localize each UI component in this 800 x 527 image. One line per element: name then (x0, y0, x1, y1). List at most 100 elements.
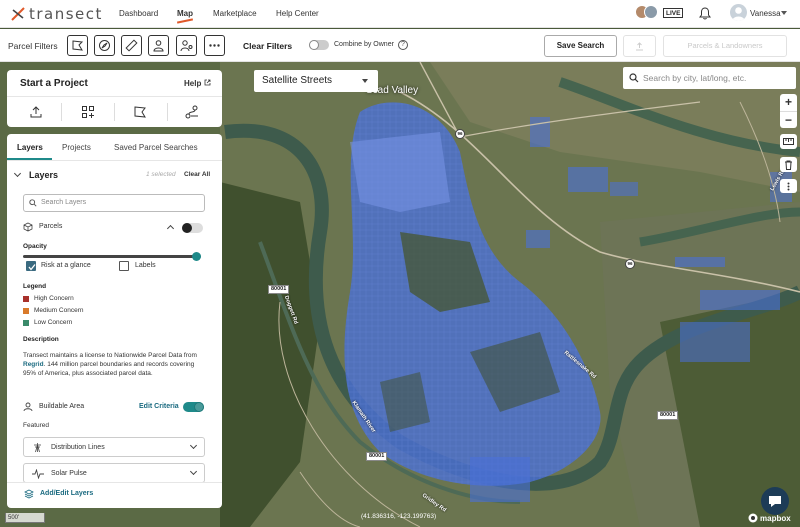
chat-button[interactable] (761, 487, 789, 515)
legend-swatch-high (23, 296, 29, 302)
buildable-area-toggle[interactable] (183, 402, 204, 412)
help-link-label: Help (184, 79, 202, 88)
zoom-out-button[interactable]: − (780, 111, 797, 128)
layer-description: Transect maintains a license to Nationwi… (23, 351, 208, 378)
search-icon (29, 199, 37, 207)
legend-low-label: Low Concern (34, 319, 73, 326)
legend-swatch-low (23, 320, 29, 326)
pulse-icon (32, 469, 44, 479)
opacity-slider-handle[interactable] (191, 252, 201, 261)
trash-button[interactable] (780, 157, 797, 172)
road-label: 80001 (268, 285, 290, 294)
tab-saved-parcel-searches[interactable]: Saved Parcel Searches (114, 143, 198, 152)
export-button[interactable] (623, 35, 656, 57)
toggle-knob (194, 402, 204, 412)
parcels-landowners-button[interactable]: Parcels & Landowners (663, 35, 787, 57)
chevron-up-icon[interactable] (166, 224, 175, 233)
compass-icon (99, 40, 110, 51)
trash-icon (785, 160, 792, 170)
divider (7, 96, 222, 97)
legend-title: Legend (23, 283, 47, 290)
nav-map[interactable]: Map (177, 9, 193, 18)
divider (61, 103, 62, 121)
filter-owner-button[interactable] (148, 35, 169, 56)
chevron-down-icon (189, 441, 198, 450)
combine-owner-toggle[interactable] (309, 40, 329, 50)
solar-pulse-item[interactable]: Solar Pulse (23, 463, 205, 483)
mapbox-logo-icon (748, 513, 758, 523)
clear-filters-button[interactable]: Clear Filters (243, 41, 292, 51)
add-layers-icon[interactable] (24, 489, 34, 499)
route-icon[interactable] (185, 105, 199, 119)
featured-label: Featured (23, 422, 50, 429)
edit-criteria-link[interactable]: Edit Criteria (139, 403, 179, 410)
map-style-select[interactable]: Satellite Streets (254, 70, 378, 92)
filter-ruler-button[interactable] (121, 35, 142, 56)
help-icon[interactable]: ? (398, 40, 408, 50)
tab-projects[interactable]: Projects (62, 143, 91, 152)
opacity-label: Opacity (23, 243, 47, 250)
legend-swatch-medium (23, 308, 29, 314)
user-avatar[interactable] (730, 4, 747, 21)
parcel-filters-label: Parcel Filters (8, 41, 58, 51)
user-name[interactable]: Vanessa (750, 9, 781, 18)
map-search-placeholder: Search by city, lat/long, etc. (643, 73, 747, 83)
map-search-input[interactable]: Search by city, lat/long, etc. (623, 67, 796, 89)
distribution-lines-item[interactable]: Distribution Lines (23, 437, 205, 457)
chevron-down-icon[interactable] (13, 169, 22, 178)
clear-all-button[interactable]: Clear All (184, 171, 210, 178)
risk-at-glance-label: Risk at a glance (41, 262, 91, 269)
ruler-icon (783, 138, 794, 145)
divider (167, 103, 168, 121)
chevron-down-icon[interactable] (781, 11, 787, 15)
filter-compass-button[interactable] (94, 35, 115, 56)
cursor-coordinates: (41.836316, -123.199763) (361, 513, 437, 520)
filter-boundary-button[interactable] (67, 35, 88, 56)
map-style-value: Satellite Streets (262, 75, 333, 86)
highway-shield: 96 (625, 259, 635, 269)
export-icon (636, 42, 643, 51)
divider (7, 160, 222, 161)
labels-label: Labels (135, 262, 156, 269)
polygon-icon[interactable] (133, 105, 147, 119)
risk-at-glance-checkbox[interactable] (26, 261, 36, 271)
project-help-link[interactable]: Help (184, 79, 211, 88)
mapbox-attribution[interactable]: mapbox (748, 513, 791, 523)
person-area-icon (23, 402, 33, 412)
opacity-slider-track[interactable] (23, 255, 201, 258)
user-icon (732, 7, 745, 21)
distribution-lines-label: Distribution Lines (51, 444, 105, 451)
polygon-icon (72, 40, 84, 51)
logo[interactable]: transect (10, 5, 103, 23)
bell-icon[interactable] (699, 7, 711, 20)
collaborator-avatars[interactable] (635, 5, 658, 19)
road-label: 80001 (366, 452, 388, 461)
labels-checkbox[interactable] (119, 261, 129, 271)
nav-marketplace[interactable]: Marketplace (213, 9, 257, 18)
more-icon (209, 44, 220, 47)
search-layers-input[interactable]: Search Layers (23, 194, 205, 212)
legend-high-label: High Concern (34, 295, 74, 302)
nav-dashboard[interactable]: Dashboard (119, 9, 158, 18)
upload-icon[interactable] (29, 105, 43, 119)
zoom-in-button[interactable]: + (780, 94, 797, 111)
tab-layers[interactable]: Layers (17, 143, 43, 152)
parcels-layer-toggle[interactable] (182, 223, 203, 233)
nav-help-center[interactable]: Help Center (276, 9, 319, 18)
person-icon (153, 40, 164, 52)
active-nav-indicator (176, 18, 194, 24)
description-text: Transect maintains a license to Nationwi… (23, 352, 197, 359)
start-project-title: Start a Project (20, 78, 88, 89)
filter-owner-location-button[interactable] (176, 35, 197, 56)
layers-panel: Layers Projects Saved Parcel Searches La… (7, 134, 222, 508)
avatar (644, 5, 658, 19)
more-filters-button[interactable] (204, 35, 225, 56)
more-map-options-button[interactable] (780, 179, 797, 193)
road-label: 80001 (657, 411, 679, 420)
divider (7, 482, 222, 483)
measure-button[interactable] (780, 134, 797, 149)
grid-add-icon[interactable] (81, 105, 95, 119)
add-edit-layers-button[interactable]: Add/Edit Layers (40, 490, 93, 497)
regrid-link[interactable]: Regrid (23, 361, 44, 368)
save-search-button[interactable]: Save Search (544, 35, 617, 57)
